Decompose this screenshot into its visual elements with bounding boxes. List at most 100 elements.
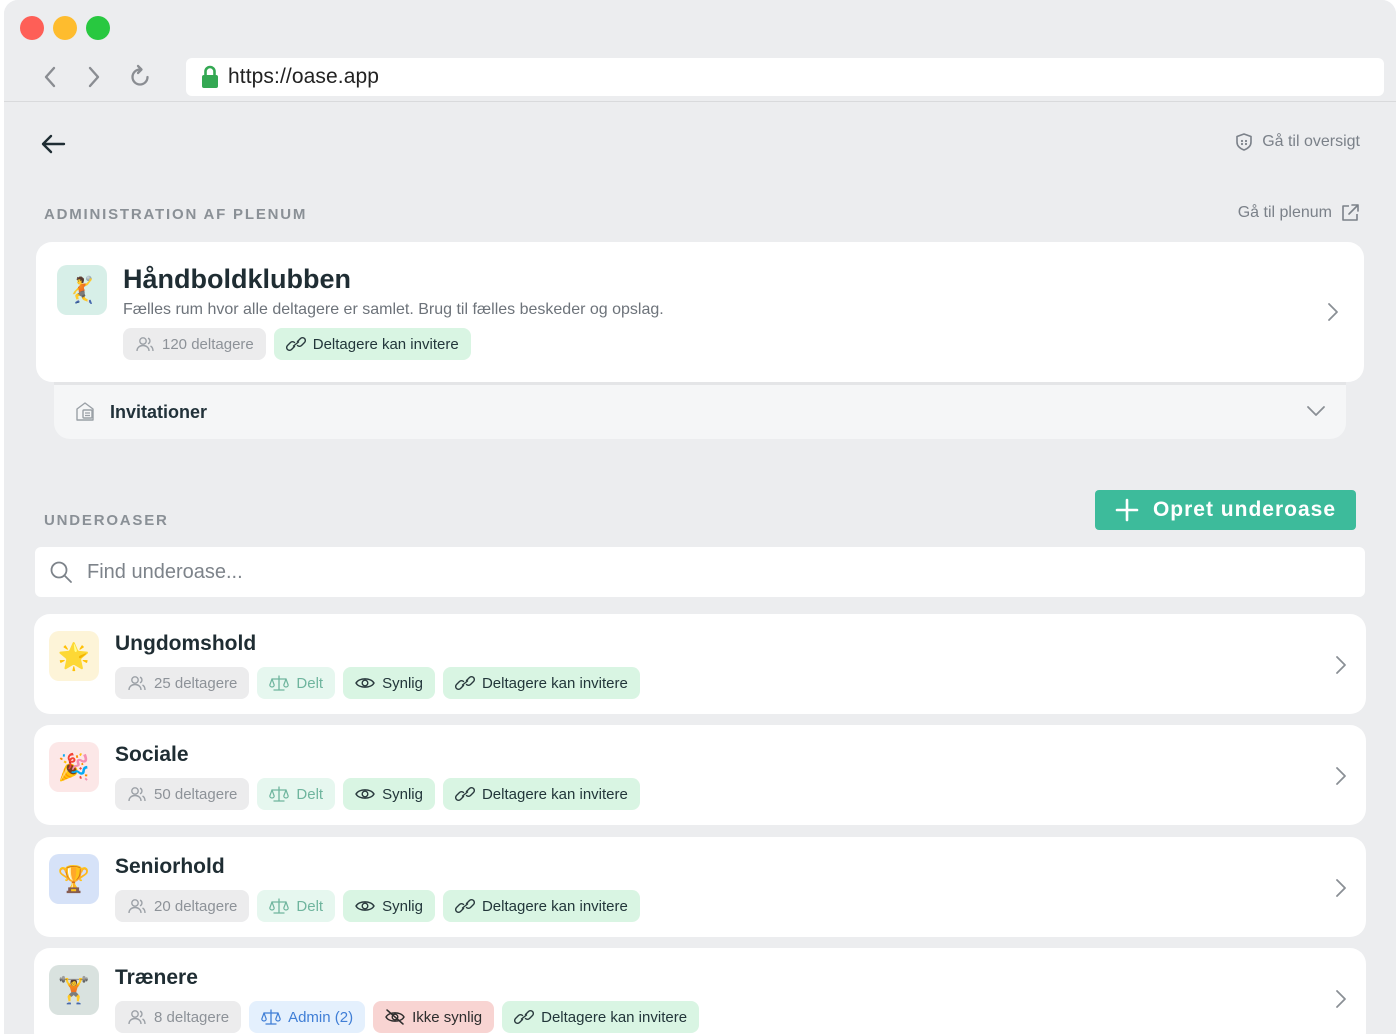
invitations-label: Invitationer [110, 402, 208, 422]
eye-icon [355, 901, 375, 911]
eye-icon [355, 678, 375, 688]
subarea-chips: 8 deltagere Admin (2) Ikke synlig Deltag… [115, 1001, 700, 1033]
visible-badge: Synlig [343, 890, 435, 922]
shield-icon [1236, 133, 1252, 151]
plenum-chips: 120 deltagere Deltagere kan invitere [123, 328, 471, 360]
browser-back-button[interactable] [36, 62, 64, 92]
go-to-plenum-link[interactable]: Gå til plenum [1238, 203, 1360, 223]
subarea-title: Sociale [115, 743, 189, 766]
shared-label: Delt [296, 674, 324, 692]
link-icon [454, 898, 475, 914]
url-text: https://oase.app [228, 65, 380, 88]
shared-badge: Delt [257, 778, 336, 810]
subarea-chips: 50 deltagere Delt Synlig Deltagere kan i… [115, 778, 640, 810]
external-link-icon [1342, 204, 1359, 221]
participants-badge: 120 deltagere [123, 328, 266, 360]
subarea-avatar: 🏆 [49, 854, 99, 904]
participants-badge: 50 deltagere [115, 778, 250, 810]
link-icon [514, 1009, 535, 1025]
invite-badge: Deltagere kan invitere [502, 1001, 700, 1033]
eye-off-icon [385, 1009, 405, 1025]
invite-badge: Deltagere kan invitere [273, 328, 471, 360]
browser-forward-button[interactable] [80, 62, 108, 92]
invitations-dropdown[interactable]: Invitationer [54, 382, 1346, 439]
users-icon [128, 1010, 146, 1025]
chevron-right-icon [1332, 988, 1350, 1010]
participants-count: 120 deltagere [162, 335, 254, 353]
visible-badge: Synlig [343, 778, 435, 810]
eye-icon [355, 789, 375, 799]
subarea-card-ungdomshold[interactable]: 🌟 Ungdomshold 25 deltagere Delt Synlig D… [34, 614, 1366, 714]
participants-badge: 25 deltagere [115, 667, 250, 699]
invite-badge: Deltagere kan invitere [442, 667, 640, 699]
invite-badge: Deltagere kan invitere [442, 778, 640, 810]
close-window-button[interactable] [20, 16, 44, 40]
invite-label: Deltagere kan invitere [481, 785, 628, 803]
reload-icon [131, 64, 149, 86]
browser-chrome: https://oase.app [4, 0, 1396, 102]
participants-count: 25 deltagere [154, 674, 238, 692]
hidden-badge: Ikke synlig [373, 1001, 495, 1033]
subarea-card-traenere[interactable]: 🏋 Trænere 8 deltagere Admin (2) Ikke syn… [34, 948, 1366, 1034]
chevron-right-icon [1332, 765, 1350, 787]
subarea-title: Trænere [115, 966, 198, 989]
back-button[interactable] [38, 129, 68, 159]
plenum-card[interactable]: 🤾 Håndboldklubben Fælles rum hvor alle d… [36, 242, 1364, 382]
lock-icon [202, 65, 218, 88]
shared-label: Delt [296, 897, 324, 915]
visible-label: Synlig [382, 785, 423, 803]
plenum-title: Håndboldklubben [123, 264, 351, 294]
scale-icon [269, 898, 290, 914]
invite-label: Deltagere kan invitere [481, 674, 628, 692]
visible-label: Synlig [382, 674, 423, 692]
chevron-left-icon [44, 66, 56, 88]
participants-badge: 8 deltagere [115, 1001, 242, 1033]
subarea-avatar: 🏋 [49, 965, 99, 1015]
shared-badge: Delt [257, 667, 336, 699]
visible-label: Synlig [382, 897, 423, 915]
chevron-right-icon [1332, 654, 1350, 676]
subarea-chips: 20 deltagere Delt Synlig Deltagere kan i… [115, 890, 640, 922]
go-to-overview-label: Gå til oversigt [1262, 133, 1360, 150]
address-bar[interactable]: https://oase.app [186, 58, 1384, 96]
scale-icon [269, 786, 290, 802]
subarea-chips: 25 deltagere Delt Synlig Deltagere kan i… [115, 667, 640, 699]
participants-count: 20 deltagere [154, 897, 238, 915]
shared-label: Delt [296, 785, 324, 803]
subarea-title: Seniorhold [115, 855, 225, 878]
subarea-avatar: 🎉 [49, 742, 99, 792]
search-input[interactable] [87, 560, 1287, 584]
chevron-right-icon [1332, 877, 1350, 899]
create-subarea-button[interactable]: Opret underoase [1095, 490, 1356, 530]
invite-badge: Deltagere kan invitere [442, 890, 640, 922]
arrow-left-icon [41, 134, 66, 154]
users-icon [136, 337, 154, 352]
participants-count: 8 deltagere [154, 1008, 230, 1026]
scale-icon [269, 675, 290, 691]
maximize-window-button[interactable] [86, 16, 110, 40]
browser-window: https://oase.app Gå til oversigt ADMINIS… [4, 0, 1396, 1034]
admin-badge: Admin (2) [249, 1001, 366, 1033]
minimize-window-button[interactable] [53, 16, 77, 40]
participants-count: 50 deltagere [154, 785, 238, 803]
invite-label: Deltagere kan invitere [312, 335, 459, 353]
plenum-description: Fælles rum hvor alle deltagere er samlet… [123, 301, 664, 318]
browser-reload-button[interactable] [126, 62, 154, 92]
link-icon [454, 786, 475, 802]
invite-label: Deltagere kan invitere [481, 897, 628, 915]
plenum-chevron-icon [1324, 301, 1342, 323]
go-to-overview-link[interactable]: Gå til oversigt [1234, 132, 1360, 152]
plus-icon [1115, 498, 1139, 522]
invitation-icon [76, 402, 94, 421]
page-content: Gå til oversigt ADMINISTRATION AF PLENUM… [4, 103, 1396, 1034]
invite-label: Deltagere kan invitere [541, 1008, 688, 1026]
subarea-card-sociale[interactable]: 🎉 Sociale 50 deltagere Delt Synlig Delta… [34, 725, 1366, 825]
go-to-plenum-label: Gå til plenum [1237, 204, 1332, 221]
chevron-right-icon [88, 66, 100, 88]
plenum-avatar: 🤾 [57, 265, 107, 315]
plenum-section-title: ADMINISTRATION AF PLENUM [44, 206, 308, 223]
create-subarea-label: Opret underoase [1152, 498, 1337, 521]
admin-label: Admin (2) [288, 1008, 354, 1026]
subarea-card-seniorhold[interactable]: 🏆 Seniorhold 20 deltagere Delt Synlig De… [34, 837, 1366, 937]
hidden-label: Ikke synlig [412, 1008, 483, 1026]
